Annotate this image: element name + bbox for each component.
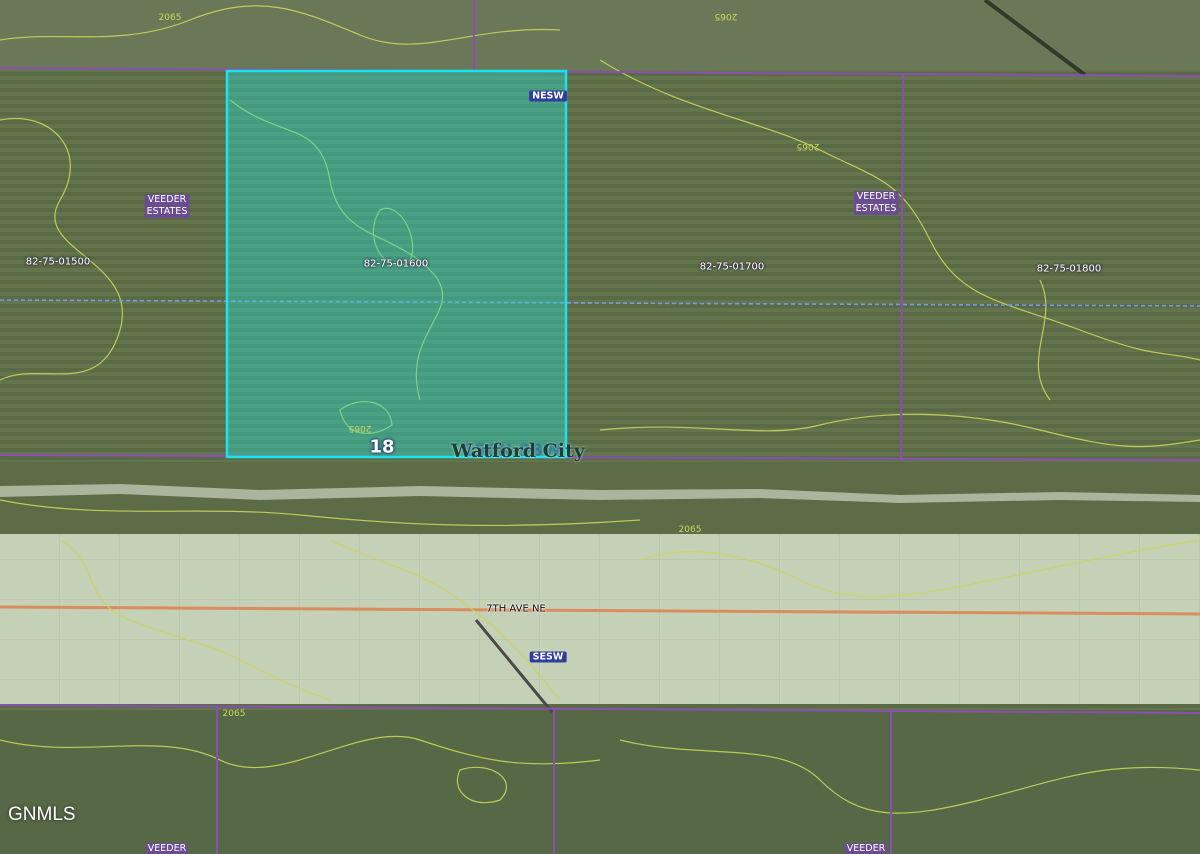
subdivision-label: VEEDER	[145, 843, 189, 854]
contour-label: 2065	[678, 525, 702, 535]
contour-label: 2065	[348, 423, 372, 433]
quarter-label-sesw: SESW	[529, 651, 567, 663]
parcel-id-label[interactable]: 82-75-01700	[700, 262, 764, 273]
quarter-label-nesw: NESW	[529, 90, 567, 102]
parcel-id-label[interactable]: 82-75-01800	[1037, 264, 1101, 275]
subdivision-label: VEEDER ESTATES	[144, 194, 190, 218]
contour-label: 2065	[158, 13, 182, 23]
contour-label: 2065	[714, 11, 738, 21]
road-label: 7TH AVE NE	[486, 603, 546, 615]
parcel-map[interactable]: 82-75-01500 82-75-01600 82-75-01700 82-7…	[0, 0, 1200, 854]
subdivision-label: VEEDER ESTATES	[853, 191, 899, 215]
parcel-id-label[interactable]: 82-75-01500	[26, 257, 90, 268]
pavement	[0, 534, 1200, 704]
city-label: Watford City	[451, 440, 585, 462]
parcel-id-label-selected[interactable]: 82-75-01600	[364, 259, 428, 270]
section-number-label: 18	[369, 436, 395, 458]
map-canvas	[0, 0, 1200, 854]
contour-label: 2065	[796, 141, 820, 151]
contour-label: 2065	[222, 709, 246, 719]
lower-field	[0, 710, 1200, 854]
subdivision-label: VEEDER	[844, 843, 888, 854]
watermark-logo: GNMLS	[8, 804, 76, 825]
upper-field	[0, 0, 1200, 70]
